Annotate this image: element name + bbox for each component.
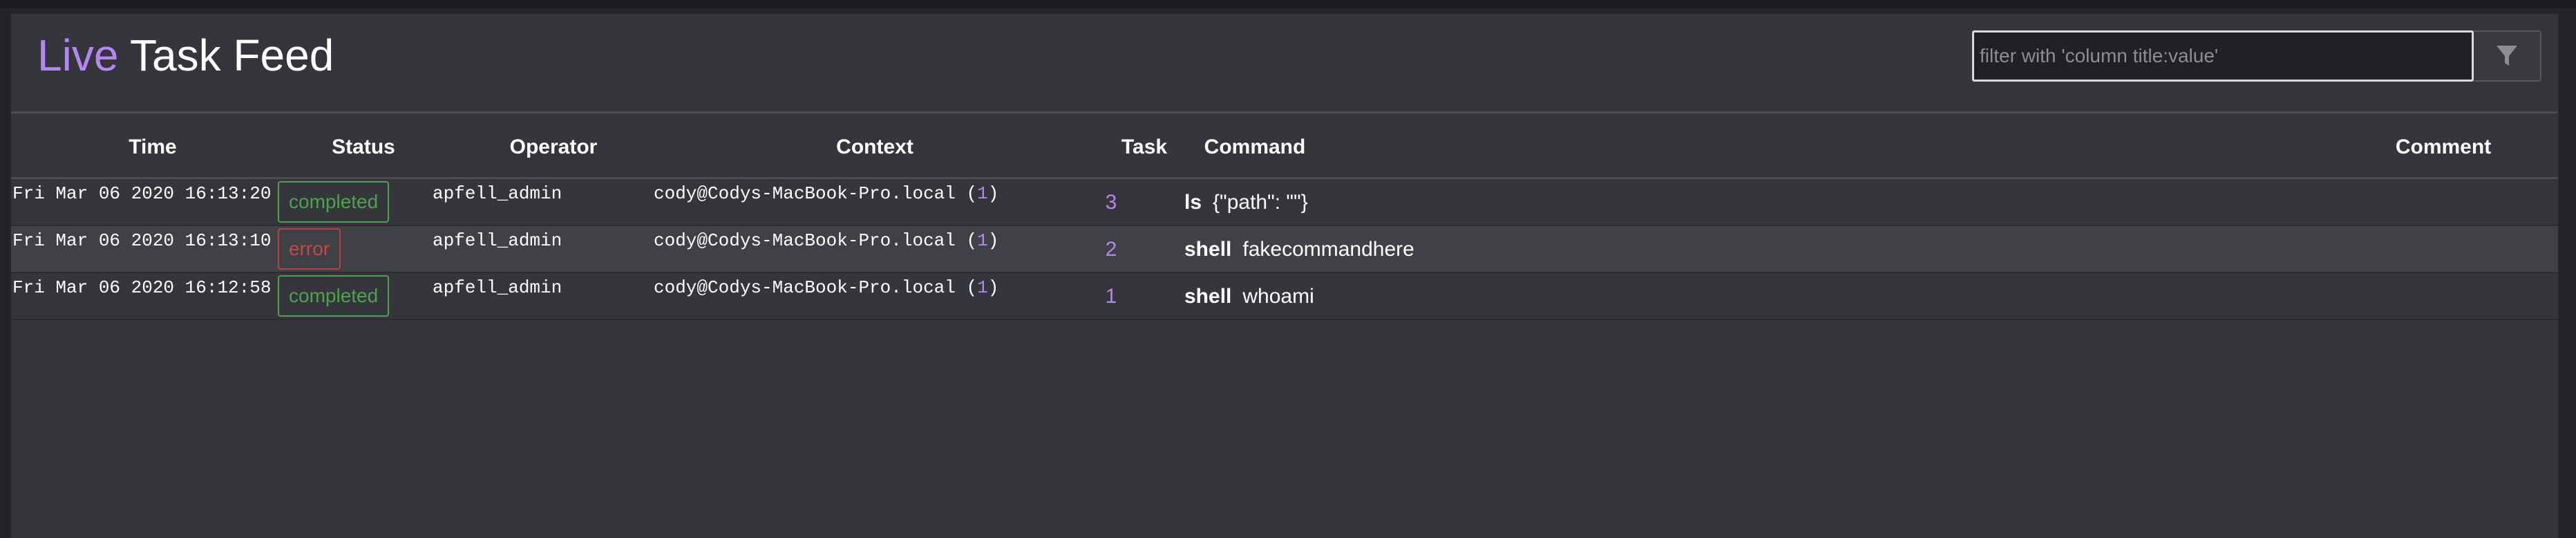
table-row: Fri Mar 06 2020 16:13:20 completed apfel… bbox=[11, 179, 2558, 226]
task-time: Fri Mar 06 2020 16:13:20 bbox=[12, 183, 272, 204]
top-strip bbox=[0, 0, 2576, 8]
table-row: Fri Mar 06 2020 16:12:58 completed apfel… bbox=[11, 273, 2558, 320]
filter-icon bbox=[2497, 46, 2517, 66]
context-close: ) bbox=[987, 277, 999, 298]
page-title: Live Task Feed bbox=[37, 29, 334, 82]
panel-header: Live Task Feed bbox=[11, 14, 2558, 113]
status-badge: completed bbox=[278, 275, 390, 317]
task-command: ls {"path": ""} bbox=[1184, 179, 1308, 226]
column-header-task[interactable]: Task bbox=[1103, 115, 1186, 179]
column-header-time[interactable]: Time bbox=[87, 115, 218, 179]
column-header-command[interactable]: Command bbox=[1179, 115, 1331, 179]
page-title-rest: Task Feed bbox=[130, 30, 334, 80]
context-close: ) bbox=[987, 230, 999, 251]
context-host: cody@Codys-MacBook-Pro.local ( bbox=[654, 230, 978, 251]
task-command: shell fakecommandhere bbox=[1184, 226, 1414, 273]
status-badge: completed bbox=[278, 181, 390, 223]
filter-button[interactable] bbox=[2474, 30, 2541, 82]
command-name: shell bbox=[1184, 238, 1232, 261]
task-time: Fri Mar 06 2020 16:12:58 bbox=[12, 277, 272, 298]
command-name: shell bbox=[1184, 285, 1232, 308]
context-host: cody@Codys-MacBook-Pro.local ( bbox=[654, 277, 978, 298]
command-name: ls bbox=[1184, 191, 1202, 214]
task-context: cody@Codys-MacBook-Pro.local (1) bbox=[654, 273, 998, 320]
task-command: shell whoami bbox=[1184, 273, 1314, 320]
status-badge: error bbox=[278, 228, 341, 270]
task-operator: apfell_admin bbox=[433, 230, 562, 251]
column-header-operator[interactable]: Operator bbox=[467, 115, 640, 179]
context-host: cody@Codys-MacBook-Pro.local ( bbox=[654, 183, 978, 204]
task-time: Fri Mar 06 2020 16:13:10 bbox=[12, 230, 272, 251]
task-feed-panel: Live Task Feed Time Status Operator Cont… bbox=[10, 12, 2559, 538]
column-header-context[interactable]: Context bbox=[771, 115, 978, 179]
callback-link[interactable]: 1 bbox=[977, 277, 988, 298]
task-context: cody@Codys-MacBook-Pro.local (1) bbox=[654, 226, 998, 273]
context-close: ) bbox=[987, 183, 999, 204]
column-header-comment[interactable]: Comment bbox=[2360, 115, 2526, 179]
page-title-accent: Live bbox=[37, 30, 119, 80]
command-params: {"path": ""} bbox=[1213, 191, 1308, 214]
task-number-link[interactable]: 3 bbox=[1090, 179, 1132, 226]
callback-link[interactable]: 1 bbox=[977, 183, 988, 204]
task-number-link[interactable]: 2 bbox=[1090, 226, 1132, 273]
task-context: cody@Codys-MacBook-Pro.local (1) bbox=[654, 179, 998, 226]
table-row: Fri Mar 06 2020 16:13:10 error apfell_ad… bbox=[11, 226, 2558, 273]
task-operator: apfell_admin bbox=[433, 183, 562, 204]
column-header-status[interactable]: Status bbox=[301, 115, 426, 179]
task-operator: apfell_admin bbox=[433, 277, 562, 298]
task-number-link[interactable]: 1 bbox=[1090, 273, 1132, 320]
command-params: fakecommandhere bbox=[1242, 238, 1414, 261]
task-table: Time Status Operator Context Task Comman… bbox=[11, 115, 2558, 320]
command-params: whoami bbox=[1242, 285, 1314, 308]
callback-link[interactable]: 1 bbox=[977, 230, 988, 251]
filter-input[interactable] bbox=[1972, 30, 2474, 82]
table-header: Time Status Operator Context Task Comman… bbox=[11, 115, 2558, 179]
